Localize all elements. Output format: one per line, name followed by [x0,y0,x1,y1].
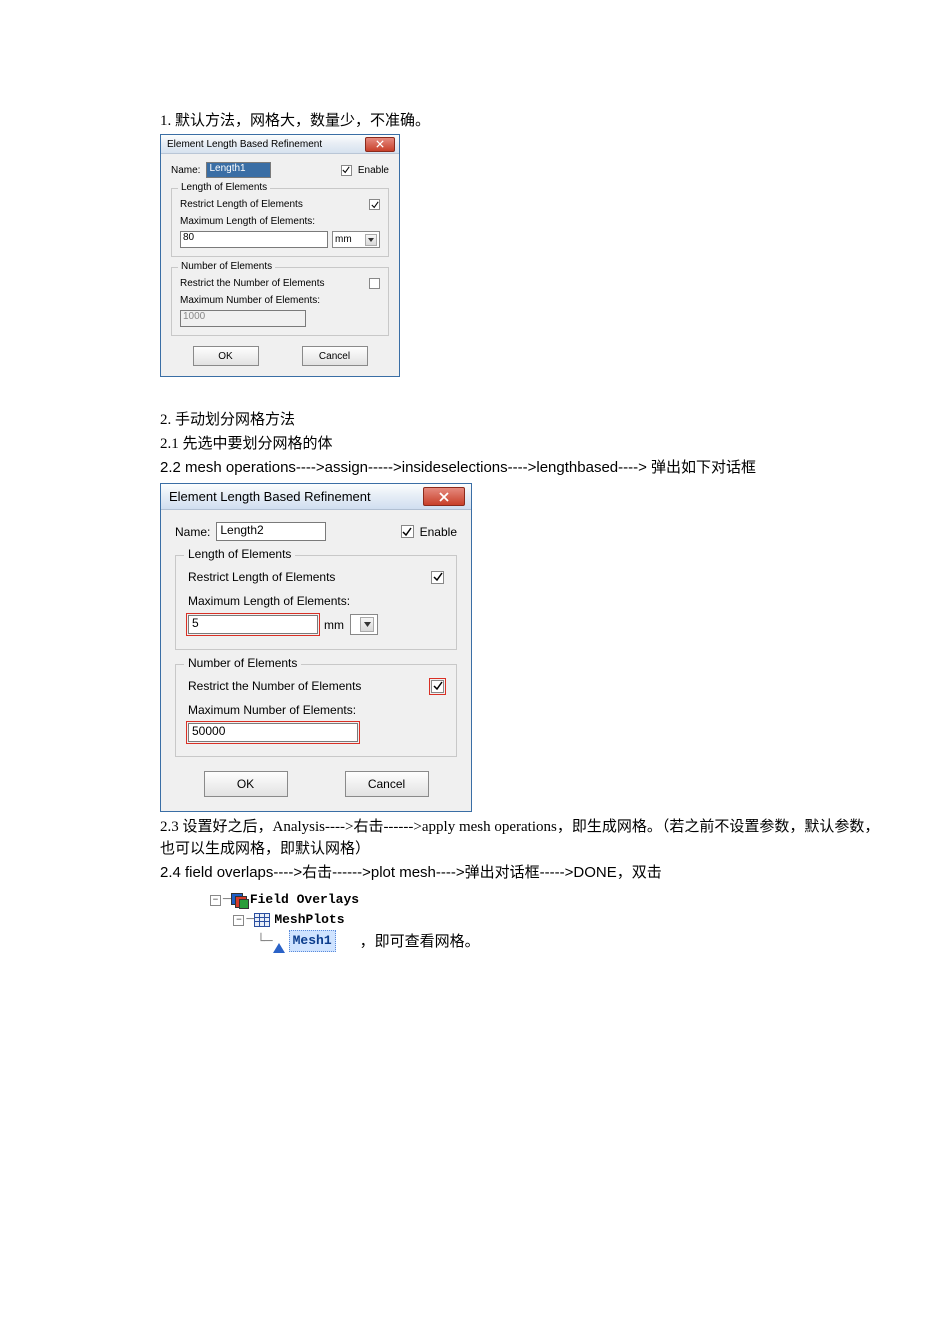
close-icon[interactable] [423,487,465,506]
enable-checkbox[interactable] [401,525,414,538]
tree-view: − ─ Field Overlays − ─ MeshPlots └─ Mesh… [210,890,880,952]
meshplots-icon [254,913,270,927]
length-group: Length of Elements Restrict Length of El… [175,555,457,650]
tree-label: MeshPlots [274,910,344,930]
length-group: Length of Elements Restrict Length of El… [171,188,389,257]
field-overlays-icon [231,893,247,907]
cancel-button[interactable]: Cancel [302,346,368,366]
max-length-label: Maximum Length of Elements: [188,594,444,608]
restrict-length-label: Restrict Length of Elements [180,199,303,210]
tree-label-selected: Mesh1 [289,930,336,952]
collapse-icon[interactable]: − [233,915,244,926]
section-2-1: 2.1 先选中要划分网格的体 [160,433,880,455]
restrict-number-label: Restrict the Number of Elements [188,679,361,693]
length-group-legend: Length of Elements [178,182,270,193]
number-group: Number of Elements Restrict the Number o… [175,664,457,757]
section-2-heading: 2. 手动划分网格方法 [160,409,880,431]
enable-label: Enable [420,525,457,539]
unit-label: mm [324,618,344,632]
tree-node-meshplots[interactable]: − ─ MeshPlots [210,910,880,930]
section-2-2: 2.2 mesh operations---->assign----->insi… [160,457,880,479]
mesh-icon [273,943,285,953]
restrict-number-label: Restrict the Number of Elements [180,278,325,289]
max-number-input: 1000 [180,310,306,327]
refinement-dialog-1: Element Length Based Refinement Name: Le… [160,134,400,377]
unit-select[interactable]: mm [332,231,380,248]
ok-button[interactable]: OK [204,771,288,797]
max-length-input[interactable]: 5 [188,615,318,634]
chevron-down-icon [360,617,374,632]
section-1-heading: 1. 默认方法，网格大，数量少，不准确。 [160,110,880,132]
collapse-icon[interactable]: − [210,895,221,906]
max-number-label: Maximum Number of Elements: [188,703,444,717]
tree-node-mesh1[interactable]: └─ Mesh1 ，即可查看网格。 [210,930,880,952]
max-number-input[interactable]: 50000 [188,723,358,742]
dialog-title: Element Length Based Refinement [167,139,322,150]
name-input[interactable]: Length1 [206,162,270,178]
chevron-down-icon [365,234,377,246]
section-2-4: 2.4 field overlaps---->右击------>plot mes… [160,862,880,884]
restrict-length-checkbox[interactable] [369,199,380,210]
cancel-button[interactable]: Cancel [345,771,429,797]
length-group-legend: Length of Elements [184,547,295,561]
tree-label: Field Overlays [250,890,359,910]
close-icon[interactable] [365,137,395,152]
number-group: Number of Elements Restrict the Number o… [171,267,389,336]
ok-button[interactable]: OK [193,346,259,366]
name-input[interactable]: Length2 [216,522,326,541]
enable-label: Enable [358,165,389,176]
dialog-titlebar[interactable]: Element Length Based Refinement [161,135,399,154]
max-number-label: Maximum Number of Elements: [180,295,380,306]
tree-suffix-text: ，即可查看网格。 [360,932,480,952]
restrict-length-label: Restrict Length of Elements [188,570,335,584]
unit-value: mm [335,234,352,245]
refinement-dialog-2: Element Length Based Refinement Name: Le… [160,483,472,812]
name-label: Name: [175,525,210,539]
enable-checkbox[interactable] [341,165,352,176]
max-length-label: Maximum Length of Elements: [180,216,380,227]
tree-node-field-overlays[interactable]: − ─ Field Overlays [210,890,880,910]
number-group-legend: Number of Elements [178,261,275,272]
dialog-title: Element Length Based Refinement [169,489,371,504]
restrict-number-checkbox[interactable] [369,278,380,289]
unit-select[interactable] [350,614,378,635]
restrict-length-checkbox[interactable] [431,571,444,584]
max-length-input[interactable]: 80 [180,231,328,248]
dialog-titlebar[interactable]: Element Length Based Refinement [161,484,471,510]
section-2-3: 2.3 设置好之后，Analysis---->右击------>apply me… [160,816,880,860]
restrict-number-checkbox[interactable] [431,680,444,693]
name-label: Name: [171,165,200,176]
number-group-legend: Number of Elements [184,656,301,670]
